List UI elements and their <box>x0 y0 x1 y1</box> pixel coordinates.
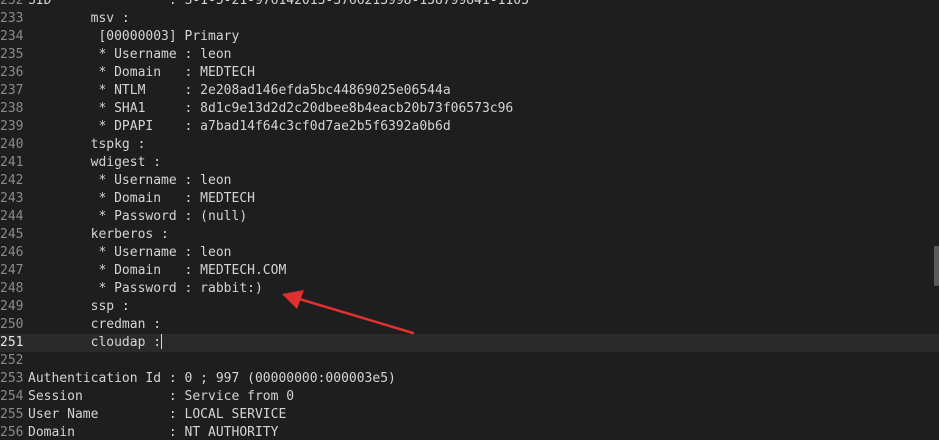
line-text: * Password : rabbit:) <box>28 281 263 296</box>
line-number: 243 <box>0 191 24 206</box>
code-line[interactable]: 232 SID : S-1-5-21-976142013-3766213998-1… <box>0 0 939 10</box>
line-text: kerberos : <box>28 227 169 242</box>
line-number: 238 <box>0 101 24 116</box>
line-number: 233 <box>0 11 24 26</box>
line-text: cloudap : <box>28 335 162 350</box>
code-line[interactable]: 233 msv : <box>0 10 939 28</box>
code-line[interactable]: 252 <box>0 352 939 370</box>
line-text: * NTLM : 2e208ad146efda5bc44869025e06544… <box>28 83 451 98</box>
code-line[interactable]: 247 * Domain : MEDTECH.COM <box>0 262 939 280</box>
code-line[interactable]: 245 kerberos : <box>0 226 939 244</box>
line-text: * Domain : MEDTECH <box>28 191 255 206</box>
code-line[interactable]: 248 * Password : rabbit:) <box>0 280 939 298</box>
line-number: 255 <box>0 407 24 422</box>
line-number: 250 <box>0 317 24 332</box>
line-number: 242 <box>0 173 24 188</box>
line-number: 236 <box>0 65 24 80</box>
line-text: Domain : NT AUTHORITY <box>28 425 279 440</box>
line-number: 247 <box>0 263 24 278</box>
text-editor[interactable]: 232 SID : S-1-5-21-976142013-3766213998-1… <box>0 0 939 440</box>
line-text: tspkg : <box>28 137 146 152</box>
code-line[interactable]: 255 User Name : LOCAL SERVICE <box>0 406 939 424</box>
code-line[interactable]: 234 [00000003] Primary <box>0 28 939 46</box>
code-line[interactable]: 244 * Password : (null) <box>0 208 939 226</box>
line-text: wdigest : <box>28 155 162 170</box>
line-number: 249 <box>0 299 24 314</box>
line-text: * DPAPI : a7bad14f64c3cf0d7ae2b5f6392a0b… <box>28 119 451 134</box>
code-line[interactable]: 241 wdigest : <box>0 154 939 172</box>
code-line[interactable]: 243 * Domain : MEDTECH <box>0 190 939 208</box>
line-text: User Name : LOCAL SERVICE <box>28 407 287 422</box>
line-number: 240 <box>0 137 24 152</box>
line-number: 237 <box>0 83 24 98</box>
code-line[interactable]: 239 * DPAPI : a7bad14f64c3cf0d7ae2b5f639… <box>0 118 939 136</box>
code-line[interactable]: 240 tspkg : <box>0 136 939 154</box>
line-number: 241 <box>0 155 24 170</box>
line-number: 252 <box>0 353 24 368</box>
line-number: 234 <box>0 29 24 44</box>
text-caret <box>161 334 163 349</box>
line-text: * Username : leon <box>28 47 232 62</box>
line-number: 239 <box>0 119 24 134</box>
code-line[interactable]: 256 Domain : NT AUTHORITY <box>0 424 939 440</box>
line-text: * Username : leon <box>28 245 232 260</box>
vertical-scrollbar-thumb[interactable] <box>934 246 939 286</box>
code-line[interactable]: 235 * Username : leon <box>0 46 939 64</box>
line-text: * Domain : MEDTECH.COM <box>28 263 287 278</box>
code-lines: 232 SID : S-1-5-21-976142013-3766213998-1… <box>0 0 939 440</box>
line-number: 246 <box>0 245 24 260</box>
code-line[interactable]: 254 Session : Service from 0 <box>0 388 939 406</box>
line-number: 244 <box>0 209 24 224</box>
line-number: 254 <box>0 389 24 404</box>
code-line[interactable]: 238 * SHA1 : 8d1c9e13d2d2c20dbee8b4eacb2… <box>0 100 939 118</box>
line-text: credman : <box>28 317 162 332</box>
line-number: 248 <box>0 281 24 296</box>
line-number: 253 <box>0 371 24 386</box>
code-line[interactable]: 237 * NTLM : 2e208ad146efda5bc44869025e0… <box>0 82 939 100</box>
code-line[interactable]: 242 * Username : leon <box>0 172 939 190</box>
code-line[interactable]: 246 * Username : leon <box>0 244 939 262</box>
line-text: Session : Service from 0 <box>28 389 295 404</box>
line-number: 251 <box>0 335 24 350</box>
code-line[interactable]: 253 Authentication Id : 0 ; 997 (00000000… <box>0 370 939 388</box>
line-text: SID : S-1-5-21-976142013-3766213998-1387… <box>28 0 529 8</box>
line-text: Authentication Id : 0 ; 997 (00000000:00… <box>28 371 396 386</box>
line-number: 235 <box>0 47 24 62</box>
code-line[interactable]: 249 ssp : <box>0 298 939 316</box>
code-line[interactable]: 250 credman : <box>0 316 939 334</box>
line-text: * Domain : MEDTECH <box>28 65 255 80</box>
line-number: 256 <box>0 425 24 440</box>
line-text: * SHA1 : 8d1c9e13d2d2c20dbee8b4eacb20b73… <box>28 101 514 116</box>
line-text: * Username : leon <box>28 173 232 188</box>
line-text: [00000003] Primary <box>28 29 240 44</box>
current-code-line[interactable]: 251 cloudap : <box>0 334 939 352</box>
line-number: 245 <box>0 227 24 242</box>
code-line[interactable]: 236 * Domain : MEDTECH <box>0 64 939 82</box>
line-text: msv : <box>28 11 130 26</box>
line-number: 232 <box>0 0 24 8</box>
line-text: * Password : (null) <box>28 209 248 224</box>
line-text: ssp : <box>28 299 130 314</box>
